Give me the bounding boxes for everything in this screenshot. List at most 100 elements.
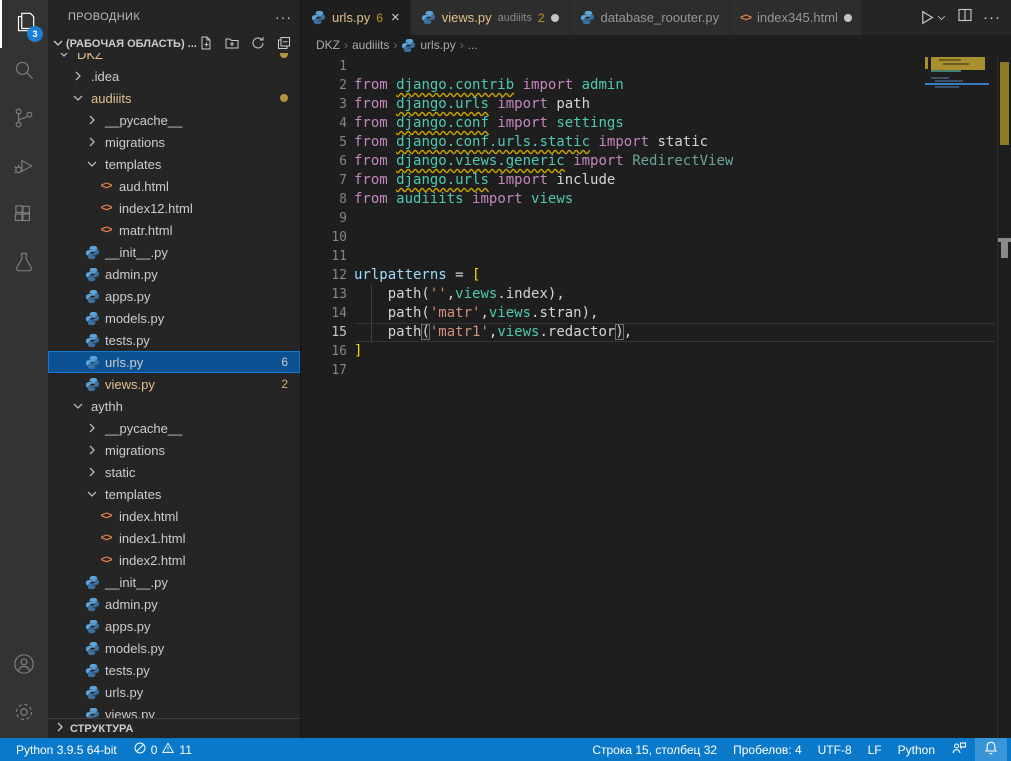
tree-item-tests-py[interactable]: tests.py: [48, 659, 300, 681]
code-line-16[interactable]: 16]: [301, 342, 1011, 361]
new-folder-button[interactable]: [224, 35, 240, 54]
tree-item-tests-py[interactable]: tests.py: [48, 329, 300, 351]
cursor-position-item[interactable]: Строка 15, столбец 32: [584, 738, 725, 761]
close-icon[interactable]: ×: [391, 10, 400, 25]
breadcrumb-item-audiiits[interactable]: audiiits: [352, 38, 389, 52]
tree-item-views-py[interactable]: views.py: [48, 703, 300, 718]
outline-section-header[interactable]: СТРУКТУРА: [48, 718, 300, 738]
code-line-7[interactable]: 7from django.urls import include: [301, 171, 1011, 190]
tree-item--pycache-[interactable]: __pycache__: [48, 417, 300, 439]
notifications-bell-button[interactable]: [975, 738, 1007, 761]
activity-extensions-button[interactable]: [0, 192, 48, 240]
gutter-line-number[interactable]: 15: [301, 323, 347, 342]
language-mode-item[interactable]: Python: [890, 738, 943, 761]
code-line-8[interactable]: 8from audiiits import views: [301, 190, 1011, 209]
code-line-4[interactable]: 4from django.conf import settings: [301, 114, 1011, 133]
explorer-more-actions-button[interactable]: ···: [275, 9, 292, 25]
activity-source-control-button[interactable]: [0, 96, 48, 144]
new-file-button[interactable]: [198, 35, 214, 54]
tree-item-admin-py[interactable]: admin.py: [48, 263, 300, 285]
code-line-1[interactable]: 1: [301, 57, 1011, 76]
gutter-line-number[interactable]: 10: [301, 228, 347, 247]
code-line-11[interactable]: 11: [301, 247, 1011, 266]
gutter-line-number[interactable]: 12: [301, 266, 347, 285]
tree-item-models-py[interactable]: models.py: [48, 307, 300, 329]
gutter-line-number[interactable]: 3: [301, 95, 347, 114]
code-line-3[interactable]: 3from django.urls import path: [301, 95, 1011, 114]
tree-item-apps-py[interactable]: apps.py: [48, 285, 300, 307]
encoding-item[interactable]: UTF-8: [810, 738, 860, 761]
settings-button[interactable]: [0, 690, 48, 738]
code-line-6[interactable]: 6from django.views.generic import Redire…: [301, 152, 1011, 171]
tree-item-migrations[interactable]: migrations: [48, 439, 300, 461]
gutter-line-number[interactable]: 11: [301, 247, 347, 266]
tab-database-roouter-py[interactable]: database_roouter.py: [570, 0, 731, 35]
code-line-5[interactable]: 5from django.conf.urls.static import sta…: [301, 133, 1011, 152]
tree-item-aythh[interactable]: aythh: [48, 395, 300, 417]
tree-item-models-py[interactable]: models.py: [48, 637, 300, 659]
tree-item-matr-html[interactable]: <>matr.html: [48, 219, 300, 241]
more-actions-button[interactable]: ···: [983, 9, 1001, 26]
code-line-2[interactable]: 2from django.contrib import admin: [301, 76, 1011, 95]
tree-item-templates[interactable]: templates: [48, 153, 300, 175]
gutter-line-number[interactable]: 9: [301, 209, 347, 228]
gutter-line-number[interactable]: 16: [301, 342, 347, 361]
tree-item-apps-py[interactable]: apps.py: [48, 615, 300, 637]
split-editor-button[interactable]: [957, 7, 973, 28]
gutter-line-number[interactable]: 4: [301, 114, 347, 133]
tree-item--init-py[interactable]: __init__.py: [48, 571, 300, 593]
tree-item-static[interactable]: static: [48, 461, 300, 483]
gutter-line-number[interactable]: 13: [301, 285, 347, 304]
scrollbar[interactable]: [997, 55, 1011, 738]
feedback-button[interactable]: [943, 738, 975, 761]
code-editor[interactable]: 12from django.contrib import admin3from …: [301, 55, 1011, 738]
gutter-line-number[interactable]: 14: [301, 304, 347, 323]
tab-index345-html[interactable]: <>index345.html: [730, 0, 863, 35]
gutter-line-number[interactable]: 6: [301, 152, 347, 171]
gutter-line-number[interactable]: 17: [301, 361, 347, 380]
gutter-line-number[interactable]: 1: [301, 57, 347, 76]
scrollbar-slider[interactable]: [1001, 242, 1008, 258]
breadcrumb-item-dkz[interactable]: DKZ: [316, 38, 340, 52]
gutter-line-number[interactable]: 8: [301, 190, 347, 209]
code-line-10[interactable]: 10: [301, 228, 1011, 247]
tree-item-index12-html[interactable]: <>index12.html: [48, 197, 300, 219]
activity-search-button[interactable]: [0, 48, 48, 96]
tree-item--pycache-[interactable]: __pycache__: [48, 109, 300, 131]
indentation-item[interactable]: Пробелов: 4: [725, 738, 810, 761]
problems-item[interactable]: 0 11: [125, 738, 200, 761]
collapse-all-button[interactable]: [276, 35, 292, 54]
workspace-section-header[interactable]: (РАБОЧАЯ ОБЛАСТЬ) ...: [48, 33, 300, 55]
gutter-line-number[interactable]: 2: [301, 76, 347, 95]
activity-testing-button[interactable]: [0, 240, 48, 288]
tree-item-dkz[interactable]: DKZ: [48, 53, 300, 65]
tree-item-index-html[interactable]: <>index.html: [48, 505, 300, 527]
run-python-file-button[interactable]: [918, 9, 947, 26]
tree-item-migrations[interactable]: migrations: [48, 131, 300, 153]
tree-item-index2-html[interactable]: <>index2.html: [48, 549, 300, 571]
code-line-13[interactable]: 13 path('',views.index),: [301, 285, 1011, 304]
tree-item-index1-html[interactable]: <>index1.html: [48, 527, 300, 549]
tree-item-aud-html[interactable]: <>aud.html: [48, 175, 300, 197]
tree-item--init-py[interactable]: __init__.py: [48, 241, 300, 263]
tab-urls-py[interactable]: urls.py6×: [301, 0, 411, 35]
code-line-9[interactable]: 9: [301, 209, 1011, 228]
python-interpreter-item[interactable]: Python 3.9.5 64-bit: [8, 738, 125, 761]
tab-views-py[interactable]: views.pyaudiiits2: [411, 0, 570, 35]
tree-item-urls-py[interactable]: urls.py: [48, 681, 300, 703]
refresh-button[interactable]: [250, 35, 266, 54]
code-line-15[interactable]: 15 path('matr1',views.redactor),: [301, 323, 1011, 342]
account-button[interactable]: [0, 642, 48, 690]
code-line-14[interactable]: 14 path('matr',views.stran),: [301, 304, 1011, 323]
tree-item--idea[interactable]: .idea: [48, 65, 300, 87]
tree-item-templates[interactable]: templates: [48, 483, 300, 505]
eol-item[interactable]: LF: [860, 738, 890, 761]
code-line-17[interactable]: 17: [301, 361, 1011, 380]
tree-item-audiiits[interactable]: audiiits: [48, 87, 300, 109]
tree-item-views-py[interactable]: views.py2: [48, 373, 300, 395]
gutter-line-number[interactable]: 5: [301, 133, 347, 152]
tree-item-admin-py[interactable]: admin.py: [48, 593, 300, 615]
code-line-12[interactable]: 12urlpatterns = [: [301, 266, 1011, 285]
activity-run-debug-button[interactable]: [0, 144, 48, 192]
breadcrumb-item-urls-py[interactable]: urls.py: [401, 38, 455, 53]
